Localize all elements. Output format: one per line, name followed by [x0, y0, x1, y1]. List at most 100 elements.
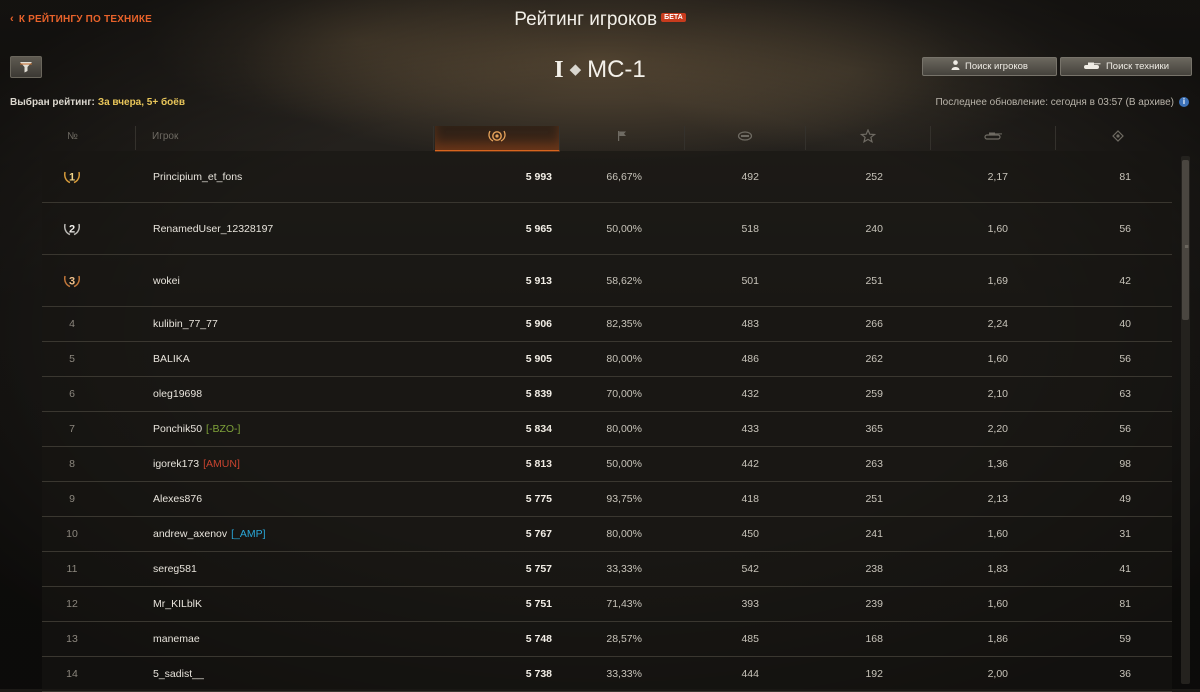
spotting-value: 31 [1119, 528, 1131, 540]
column-header-rating[interactable] [435, 126, 560, 152]
last-update: Последнее обновление: сегодня в 03:57 (В… [935, 97, 1189, 108]
column-header-wins[interactable] [560, 126, 685, 150]
table-row[interactable]: 4 kulibin_77_77 5 906 82,35% 483 266 2,2… [42, 307, 1172, 342]
spotting-value: 40 [1119, 318, 1131, 330]
frags-value: 1,60 [987, 222, 1008, 235]
column-header-xp[interactable] [806, 126, 931, 150]
search-tech-button[interactable]: Поиск техники [1060, 57, 1192, 76]
column-header-player-label: Игрок [152, 131, 179, 142]
column-header-damage[interactable] [685, 126, 806, 150]
table-row[interactable]: 9 Alexes876 5 775 93,75% 418 251 2,13 49 [42, 482, 1172, 517]
silver-medal-icon: 2 [63, 221, 81, 236]
xp-value: 238 [865, 563, 883, 575]
damage-value: 418 [741, 493, 759, 505]
table-row[interactable]: 10 andrew_axenov [_AMP] 5 767 80,00% 450 … [42, 517, 1172, 552]
table-row[interactable]: 5 BALIKA 5 905 80,00% 486 262 1,60 56 [42, 342, 1172, 377]
column-header-rank[interactable]: № [10, 126, 136, 150]
player-name[interactable]: wokei [153, 255, 180, 306]
page-title: Рейтинг игроков БЕТА [0, 9, 1200, 31]
damage-value: 542 [741, 563, 759, 575]
svg-text:3: 3 [69, 275, 75, 287]
column-header-player[interactable]: Игрок [136, 126, 434, 150]
selected-rating: Выбран рейтинг: За вчера, 5+ боёв [10, 97, 185, 108]
scrollbar[interactable]: ≡ [1181, 156, 1190, 684]
table-row[interactable]: 11 sereg581 5 757 33,33% 542 238 1,83 41 [42, 552, 1172, 587]
bronze-medal-icon: 3 [63, 273, 81, 288]
info-icon[interactable]: i [1179, 97, 1189, 108]
rating-value: 5 965 [525, 222, 552, 235]
search-tech-label: Поиск техники [1105, 61, 1170, 72]
player-name-cell[interactable]: igorek173 [AMUN] [153, 447, 240, 481]
rating-value: 5 757 [525, 563, 552, 575]
rank-cell: 11 [66, 563, 78, 575]
player-name: Ponchik50 [153, 423, 203, 435]
spotting-value: 41 [1119, 563, 1131, 575]
rank-cell: 1 [42, 151, 102, 202]
scrollbar-thumb[interactable]: ≡ [1182, 160, 1189, 320]
clan-tag[interactable]: [-BZO-] [206, 423, 240, 435]
win-rate: 33,33% [606, 563, 642, 575]
player-name[interactable]: BALIKA [153, 342, 190, 376]
xp-value: 252 [865, 170, 883, 183]
star-icon [859, 128, 877, 144]
table-row[interactable]: 1 Principium_et_fons 5 993 66,67% 492 25… [42, 151, 1172, 203]
clan-tag[interactable]: [AMUN] [203, 458, 240, 470]
gold-medal-icon: 1 [63, 169, 81, 184]
search-players-label: Поиск игроков [965, 61, 1028, 72]
svg-text:1: 1 [69, 171, 75, 183]
player-name[interactable]: Mr_KILblK [153, 587, 202, 621]
rating-value: 5 767 [525, 528, 552, 540]
player-name[interactable]: manemae [153, 622, 200, 656]
damage-value: 450 [741, 528, 759, 540]
damage-value: 433 [741, 423, 759, 435]
table-row[interactable]: 12 Mr_KILblK 5 751 71,43% 393 239 1,60 8… [42, 587, 1172, 622]
rank-cell: 4 [69, 318, 75, 330]
player-name: andrew_axenov [153, 528, 228, 540]
spotting-value: 56 [1119, 222, 1131, 235]
column-header-frags[interactable] [931, 126, 1056, 150]
player-name[interactable]: 5_sadist__ [153, 657, 204, 691]
clan-tag[interactable]: [_AMP] [231, 528, 265, 540]
vehicle-tier: I [554, 57, 564, 83]
table-row[interactable]: 2 RenamedUser_12328197 5 965 50,00% 518 … [42, 203, 1172, 255]
funnel-icon [20, 62, 32, 73]
xp-value: 239 [865, 598, 883, 610]
table-row[interactable]: 13 manemae 5 748 28,57% 485 168 1,86 59 [42, 622, 1172, 657]
rating-value: 5 738 [525, 668, 552, 680]
table-row[interactable]: 6 oleg19698 5 839 70,00% 432 259 2,10 63 [42, 377, 1172, 412]
player-name[interactable]: Alexes876 [153, 482, 202, 516]
table-row[interactable]: 7 Ponchik50 [-BZO-] 5 834 80,00% 433 365 … [42, 412, 1172, 447]
player-name-cell[interactable]: andrew_axenov [_AMP] [153, 517, 266, 551]
beta-badge: БЕТА [661, 13, 686, 22]
column-header-rank-label: № [67, 131, 78, 142]
tank-kill-icon [984, 132, 1002, 140]
player-name[interactable]: kulibin_77_77 [153, 307, 218, 341]
xp-value: 251 [865, 274, 883, 287]
frags-value: 2,17 [987, 170, 1008, 183]
rating-value: 5 813 [525, 458, 552, 470]
filter-button[interactable] [10, 56, 42, 78]
player-name[interactable]: Principium_et_fons [153, 151, 242, 202]
damage-value: 518 [741, 222, 759, 235]
selected-rating-value[interactable]: За вчера, 5+ боёв [98, 97, 185, 108]
player-name[interactable]: RenamedUser_12328197 [153, 203, 273, 254]
table-row[interactable]: 8 igorek173 [AMUN] 5 813 50,00% 442 263 1… [42, 447, 1172, 482]
win-rate: 93,75% [606, 493, 642, 505]
player-name[interactable]: oleg19698 [153, 377, 202, 411]
vehicle-class-icon: ◆ [569, 61, 582, 78]
table-row[interactable]: 3 wokei 5 913 58,62% 501 251 1,69 42 [42, 255, 1172, 307]
svg-text:2: 2 [69, 223, 75, 235]
win-rate: 33,33% [606, 668, 642, 680]
damage-value: 485 [741, 633, 759, 645]
frags-value: 2,20 [987, 423, 1008, 435]
win-rate: 80,00% [606, 353, 642, 365]
spotting-value: 56 [1119, 353, 1131, 365]
column-header-spotting[interactable] [1056, 126, 1180, 150]
search-players-button[interactable]: Поиск игроков [922, 57, 1057, 76]
rank-cell: 3 [42, 255, 102, 306]
win-rate: 70,00% [606, 388, 642, 400]
table-row[interactable]: 14 5_sadist__ 5 738 33,33% 444 192 2,00 … [42, 657, 1172, 692]
vehicle-name: МС-1 [587, 56, 646, 83]
player-name[interactable]: sereg581 [153, 552, 197, 586]
player-name-cell[interactable]: Ponchik50 [-BZO-] [153, 412, 240, 446]
